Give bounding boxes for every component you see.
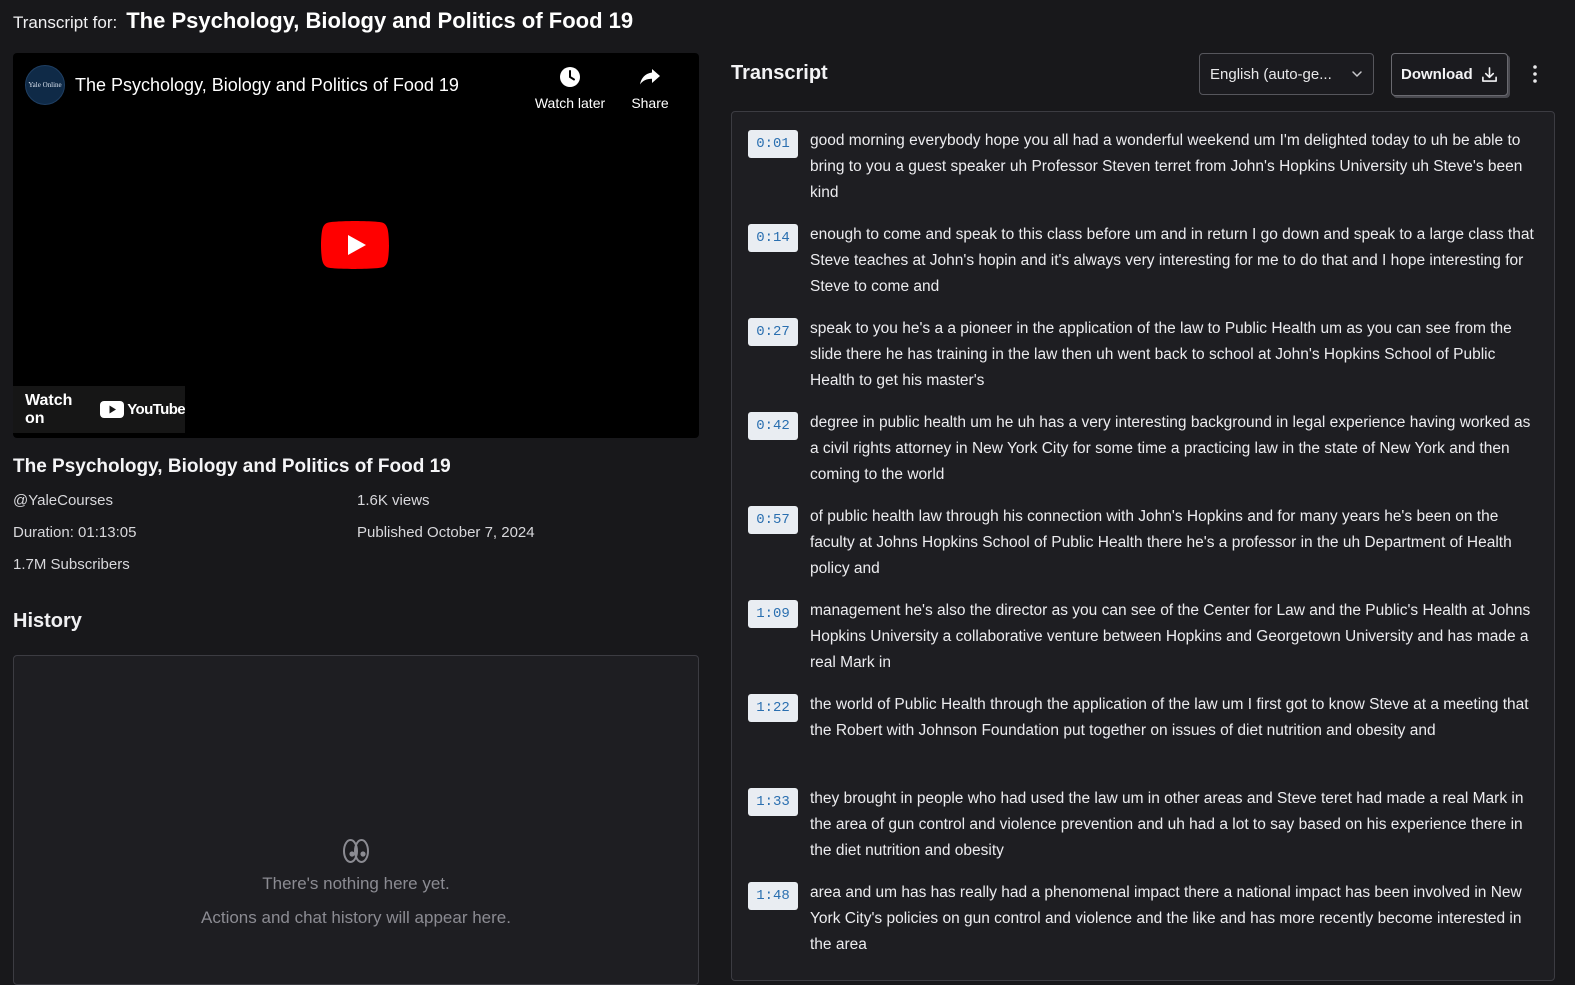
history-heading: History (13, 610, 82, 632)
share-label: Share (631, 95, 669, 111)
channel-handle[interactable]: @YaleCourses (13, 492, 113, 509)
watch-on-label: Watch on (25, 391, 73, 427)
transcript-segment: 0:01 good morning everybody hope you all… (748, 128, 1540, 206)
more-vertical-icon (1533, 65, 1537, 83)
view-count: 1.6K views (357, 492, 430, 509)
watch-on-youtube-button[interactable]: Watch on YouTube (13, 386, 186, 433)
timestamp-button[interactable]: 1:22 (748, 694, 798, 722)
eyes-icon (343, 839, 369, 863)
transcript-segment: 0:42 degree in public health um he uh ha… (748, 410, 1540, 488)
timestamp-button[interactable]: 0:42 (748, 412, 798, 440)
transcript-segment: 1:33 they brought in people who had used… (748, 786, 1540, 864)
video-title: The Psychology, Biology and Politics of … (13, 456, 451, 477)
channel-avatar[interactable]: Yale Online (25, 65, 65, 105)
timestamp-button[interactable]: 0:01 (748, 130, 798, 158)
video-player[interactable]: Yale Online The Psychology, Biology and … (13, 53, 699, 438)
history-panel: There's nothing here yet. Actions and ch… (13, 655, 699, 985)
video-title-overlay[interactable]: The Psychology, Biology and Politics of … (75, 75, 459, 96)
timestamp-button[interactable]: 0:27 (748, 318, 798, 346)
history-empty-subtitle: Actions and chat history will appear her… (201, 908, 511, 927)
timestamp-button[interactable]: 0:57 (748, 506, 798, 534)
segment-text: enough to come and speak to this class b… (810, 226, 1534, 295)
transcript-panel[interactable]: 0:01 good morning everybody hope you all… (731, 111, 1555, 981)
subscriber-count: 1.7M Subscribers (13, 556, 130, 573)
share-icon (640, 69, 660, 85)
timestamp-button[interactable]: 1:33 (748, 788, 798, 816)
segment-text: management he's also the director as you… (810, 602, 1531, 671)
page-header: Transcript for: The Psychology, Biology … (13, 8, 633, 38)
transcript-segment: 0:27 speak to you he's a a pioneer in th… (748, 316, 1540, 394)
page-title: The Psychology, Biology and Politics of … (126, 8, 634, 33)
share-button[interactable]: Share (605, 65, 695, 115)
segment-text: they brought in people who had used the … (810, 790, 1524, 859)
youtube-wordmark: YouTube (127, 401, 185, 418)
play-icon[interactable] (321, 221, 389, 269)
segment-text: of public health law through his connect… (810, 508, 1512, 577)
segment-text: good morning everybody hope you all had … (810, 132, 1523, 201)
timestamp-button[interactable]: 1:09 (748, 600, 798, 628)
publish-date: Published October 7, 2024 (357, 524, 535, 541)
watch-later-button[interactable]: Watch later (525, 65, 615, 115)
segment-text: speak to you he's a a pioneer in the app… (810, 320, 1512, 389)
history-empty-state: There's nothing here yet. Actions and ch… (14, 836, 698, 928)
download-icon (1481, 67, 1497, 82)
watch-later-label: Watch later (534, 95, 606, 111)
video-duration: Duration: 01:13:05 (13, 524, 137, 541)
language-select[interactable]: English (auto-ge... (1199, 53, 1374, 95)
channel-avatar-text: Yale Online (28, 81, 62, 89)
segment-text: area and um has has really had a phenome… (810, 884, 1522, 953)
header-label: Transcript for: (13, 13, 118, 32)
youtube-logo: YouTube (100, 401, 186, 418)
transcript-heading: Transcript (731, 62, 828, 84)
timestamp-button[interactable]: 0:14 (748, 224, 798, 252)
clock-icon (560, 67, 580, 87)
download-button[interactable]: Download (1391, 53, 1508, 96)
language-select-value: English (auto-ge... (1210, 65, 1332, 83)
transcript-segment: 1:48 area and um has has really had a ph… (748, 880, 1540, 958)
transcript-segment: 0:14 enough to come and speak to this cl… (748, 222, 1540, 300)
download-label: Download (1401, 66, 1473, 83)
transcript-segment: 1:22 the world of Public Health through … (748, 692, 1540, 744)
segment-text: the world of Public Health through the a… (810, 696, 1529, 739)
youtube-icon (100, 401, 125, 418)
chevron-down-icon (1352, 71, 1362, 78)
more-options-button[interactable] (1525, 60, 1545, 88)
segment-text: degree in public health um he uh has a v… (810, 414, 1531, 483)
history-empty-title: There's nothing here yet. (262, 874, 450, 893)
timestamp-button[interactable]: 1:48 (748, 882, 798, 910)
transcript-segment: 0:57 of public health law through his co… (748, 504, 1540, 582)
transcript-segment: 1:09 management he's also the director a… (748, 598, 1540, 676)
